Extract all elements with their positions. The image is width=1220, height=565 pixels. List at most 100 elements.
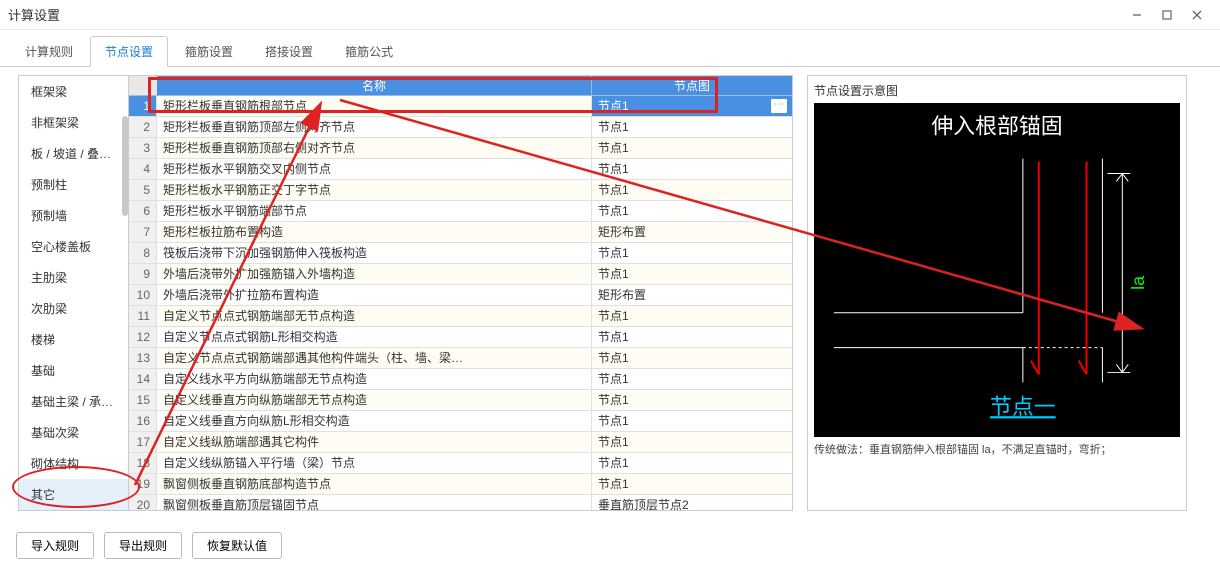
table-row[interactable]: 5矩形栏板水平钢筋正交丁字节点节点1: [129, 180, 792, 201]
row-diagram[interactable]: 节点1: [592, 306, 792, 326]
sidebar-item-8[interactable]: 楼梯: [19, 324, 128, 355]
minimize-button[interactable]: [1122, 3, 1152, 27]
row-number: 10: [129, 285, 157, 305]
sidebar-item-4[interactable]: 预制墙: [19, 200, 128, 231]
sidebar-item-5[interactable]: 空心楼盖板: [19, 231, 128, 262]
row-diagram[interactable]: 节点1: [592, 201, 792, 221]
sidebar-item-12[interactable]: 砌体结构: [19, 448, 128, 479]
table-row[interactable]: 16自定义线垂直方向纵筋L形相交构造节点1: [129, 411, 792, 432]
row-diagram[interactable]: 节点1: [592, 453, 792, 473]
sidebar-item-13[interactable]: 其它: [19, 479, 128, 510]
table-row[interactable]: 12自定义节点点式钢筋L形相交构造节点1: [129, 327, 792, 348]
row-diagram[interactable]: 节点1: [592, 327, 792, 347]
row-number: 5: [129, 180, 157, 200]
table-row[interactable]: 8筏板后浇带下沉加强钢筋伸入筏板构造节点1: [129, 243, 792, 264]
row-number: 9: [129, 264, 157, 284]
diagram-caption: 传统做法：垂直钢筋伸入根部锚固 la，不满足直锚时，弯折；: [814, 443, 1180, 458]
table-row[interactable]: 18自定义线纵筋锚入平行墙（梁）节点节点1: [129, 453, 792, 474]
table-row[interactable]: 15自定义线垂直方向纵筋端部无节点构造节点1: [129, 390, 792, 411]
row-number: 15: [129, 390, 157, 410]
table-row[interactable]: 13自定义节点点式钢筋端部遇其他构件端头（柱、墙、梁…节点1: [129, 348, 792, 369]
row-diagram[interactable]: 节点1: [592, 159, 792, 179]
row-number: 2: [129, 117, 157, 137]
tab-0[interactable]: 计算规则: [10, 36, 88, 67]
table-row[interactable]: 4矩形栏板水平钢筋交叉内侧节点节点1: [129, 159, 792, 180]
row-diagram[interactable]: 节点1⋯: [592, 96, 792, 116]
row-diagram[interactable]: 矩形布置: [592, 285, 792, 305]
sidebar-item-7[interactable]: 次肋梁: [19, 293, 128, 324]
sidebar-item-3[interactable]: 预制柱: [19, 169, 128, 200]
row-diagram[interactable]: 节点1: [592, 369, 792, 389]
table-row[interactable]: 14自定义线水平方向纵筋端部无节点构造节点1: [129, 369, 792, 390]
row-name: 自定义线垂直方向纵筋端部无节点构造: [157, 390, 592, 410]
col-number: [129, 76, 157, 95]
row-name: 飘窗侧板垂直筋顶层锚固节点: [157, 495, 592, 511]
row-diagram[interactable]: 垂直筋顶层节点2: [592, 495, 792, 511]
sidebar-item-14[interactable]: 基坑支护: [19, 510, 128, 511]
table-row[interactable]: 7矩形栏板拉筋布置构造矩形布置: [129, 222, 792, 243]
row-name: 自定义线水平方向纵筋端部无节点构造: [157, 369, 592, 389]
sidebar-item-2[interactable]: 板 / 坡道 / 叠…: [19, 138, 128, 169]
row-diagram[interactable]: 节点1: [592, 411, 792, 431]
row-diagram[interactable]: 矩形布置: [592, 222, 792, 242]
row-name: 自定义节点点式钢筋端部遇其他构件端头（柱、墙、梁…: [157, 348, 592, 368]
sidebar-item-10[interactable]: 基础主梁 / 承…: [19, 386, 128, 417]
export-rules-button[interactable]: 导出规则: [104, 532, 182, 559]
tab-3[interactable]: 搭接设置: [250, 36, 328, 67]
sidebar-item-9[interactable]: 基础: [19, 355, 128, 386]
more-button[interactable]: ⋯: [770, 98, 788, 114]
row-number: 7: [129, 222, 157, 242]
row-name: 矩形栏板水平钢筋交叉内侧节点: [157, 159, 592, 179]
row-diagram[interactable]: 节点1: [592, 348, 792, 368]
row-diagram[interactable]: 节点1: [592, 180, 792, 200]
table-row[interactable]: 1矩形栏板垂直钢筋根部节点节点1⋯: [129, 96, 792, 117]
row-number: 16: [129, 411, 157, 431]
row-number: 13: [129, 348, 157, 368]
sidebar-item-11[interactable]: 基础次梁: [19, 417, 128, 448]
row-name: 飘窗侧板垂直钢筋底部构造节点: [157, 474, 592, 494]
row-name: 矩形栏板水平钢筋正交丁字节点: [157, 180, 592, 200]
row-diagram[interactable]: 节点1: [592, 474, 792, 494]
row-number: 17: [129, 432, 157, 452]
window-title: 计算设置: [8, 5, 60, 24]
import-rules-button[interactable]: 导入规则: [16, 532, 94, 559]
row-diagram[interactable]: 节点1: [592, 243, 792, 263]
row-diagram[interactable]: 节点1: [592, 432, 792, 452]
table-row[interactable]: 20飘窗侧板垂直筋顶层锚固节点垂直筋顶层节点2: [129, 495, 792, 511]
table-row[interactable]: 9外墙后浇带外扩加强筋锚入外墙构造节点1: [129, 264, 792, 285]
row-diagram[interactable]: 节点1: [592, 264, 792, 284]
sidebar-item-0[interactable]: 框架梁: [19, 76, 128, 107]
row-diagram[interactable]: 节点1: [592, 138, 792, 158]
window-buttons: [1122, 3, 1212, 27]
row-number: 14: [129, 369, 157, 389]
row-name: 自定义节点点式钢筋端部无节点构造: [157, 306, 592, 326]
diagram-viewer: 伸入根部锚固: [814, 103, 1180, 437]
table-row[interactable]: 2矩形栏板垂直钢筋顶部左侧对齐节点节点1: [129, 117, 792, 138]
row-name: 自定义线垂直方向纵筋L形相交构造: [157, 411, 592, 431]
tab-4[interactable]: 箍筋公式: [330, 36, 408, 67]
table-row[interactable]: 19飘窗侧板垂直钢筋底部构造节点节点1: [129, 474, 792, 495]
tab-2[interactable]: 箍筋设置: [170, 36, 248, 67]
row-name: 外墙后浇带外扩拉筋布置构造: [157, 285, 592, 305]
row-diagram[interactable]: 节点1: [592, 117, 792, 137]
row-name: 自定义线纵筋端部遇其它构件: [157, 432, 592, 452]
table-row[interactable]: 11自定义节点点式钢筋端部无节点构造节点1: [129, 306, 792, 327]
sidebar-item-6[interactable]: 主肋梁: [19, 262, 128, 293]
row-name: 矩形栏板垂直钢筋根部节点: [157, 96, 592, 116]
row-name: 矩形栏板拉筋布置构造: [157, 222, 592, 242]
table-row[interactable]: 3矩形栏板垂直钢筋顶部右侧对齐节点节点1: [129, 138, 792, 159]
node-label: 节点一: [990, 394, 1056, 419]
table-row[interactable]: 10外墙后浇带外扩拉筋布置构造矩形布置: [129, 285, 792, 306]
row-diagram[interactable]: 节点1: [592, 390, 792, 410]
dim-label: la: [1128, 276, 1148, 290]
table-row[interactable]: 17自定义线纵筋端部遇其它构件节点1: [129, 432, 792, 453]
row-number: 12: [129, 327, 157, 347]
table-row[interactable]: 6矩形栏板水平钢筋端部节点节点1: [129, 201, 792, 222]
row-name: 矩形栏板垂直钢筋顶部右侧对齐节点: [157, 138, 592, 158]
sidebar-item-1[interactable]: 非框架梁: [19, 107, 128, 138]
restore-default-button[interactable]: 恢复默认值: [192, 532, 282, 559]
close-button[interactable]: [1182, 3, 1212, 27]
maximize-button[interactable]: [1152, 3, 1182, 27]
tab-1[interactable]: 节点设置: [90, 36, 168, 67]
row-number: 8: [129, 243, 157, 263]
